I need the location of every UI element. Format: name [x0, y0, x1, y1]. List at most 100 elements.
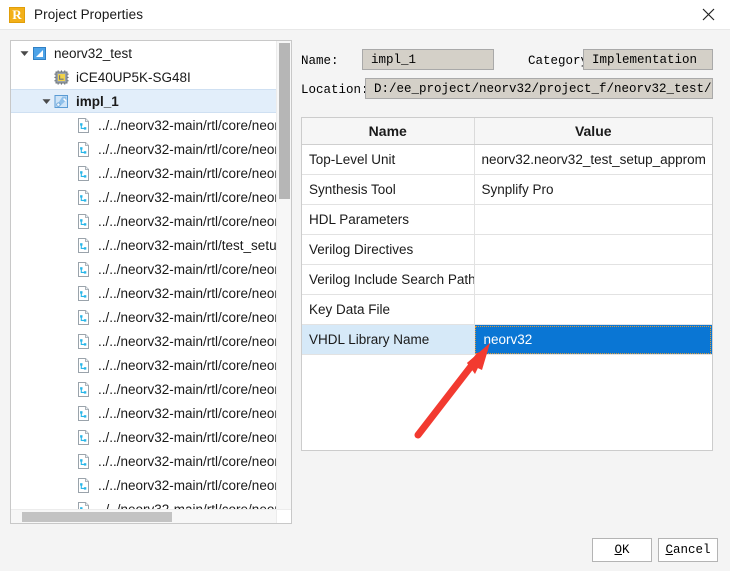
tree-item-label: ../../neorv32-main/rtl/core/neor — [98, 429, 276, 445]
name-label: Name: — [301, 54, 339, 68]
cancel-button[interactable]: Cancel — [658, 538, 718, 562]
tree-item-source-file[interactable]: ../../neorv32-main/rtl/core/neor — [11, 161, 276, 185]
tree-item-label: ../../neorv32-main/rtl/core/neor — [98, 309, 276, 325]
tree-horizontal-scrollbar[interactable] — [11, 509, 291, 523]
ok-button[interactable]: OK — [592, 538, 652, 562]
hdl-file-icon — [75, 141, 92, 158]
name-field[interactable]: impl_1 — [362, 49, 494, 70]
tree-item-source-file[interactable]: ../../neorv32-main/rtl/core/neor — [11, 113, 276, 137]
tree-item-label: neorv32_test — [54, 45, 133, 61]
property-name-cell[interactable]: Verilog Include Search Path — [302, 264, 475, 295]
property-name-cell[interactable]: Key Data File — [302, 294, 475, 325]
hdl-file-icon — [75, 237, 92, 254]
hdl-file-icon — [75, 405, 92, 422]
property-value-cell[interactable]: neorv32.neorv32_test_setup_approm — [474, 144, 712, 175]
tree-vertical-scroll-thumb[interactable] — [279, 43, 290, 199]
tree-item-source-file[interactable]: ../../neorv32-main/rtl/core/neor — [11, 209, 276, 233]
tree-item-source-file[interactable]: ../../neorv32-main/rtl/core/neor — [11, 401, 276, 425]
tree-item-label: ../../neorv32-main/rtl/core/neor — [98, 333, 276, 349]
location-label: Location: — [301, 83, 369, 97]
property-name-cell[interactable]: VHDL Library Name — [302, 324, 475, 355]
property-name-cell[interactable]: Verilog Directives — [302, 234, 475, 265]
property-value-cell[interactable] — [474, 204, 712, 235]
ok-rest: K — [622, 543, 630, 557]
properties-table: Name Value Top-Level Unit neorv32.neorv32… — [302, 118, 712, 355]
column-header-value[interactable]: Value — [474, 118, 712, 145]
project-tree[interactable]: neorv32_test iCE40UP5K-SG48I impl_1 ../../n… — [11, 41, 276, 509]
hdl-file-icon — [75, 453, 92, 470]
tree-item-label: ../../neorv32-main/rtl/core/neor — [98, 165, 276, 181]
tree-item-source-file[interactable]: ../../neorv32-main/rtl/core/neor — [11, 329, 276, 353]
tree-vertical-scrollbar[interactable] — [276, 41, 291, 509]
hdl-file-icon — [75, 357, 92, 374]
tree-item-source-file[interactable]: ../../neorv32-main/rtl/core/neor — [11, 425, 276, 449]
tree-item-label: ../../neorv32-main/rtl/core/neor — [98, 477, 276, 493]
chip-icon — [53, 69, 70, 86]
cancel-rest: ancel — [673, 543, 711, 557]
tree-item-source-file[interactable]: ../../neorv32-main/rtl/core/neor — [11, 353, 276, 377]
hdl-file-icon — [75, 165, 92, 182]
hdl-file-icon — [75, 261, 92, 278]
hdl-file-icon — [75, 285, 92, 302]
tree-item-label: ../../neorv32-main/rtl/core/neor — [98, 501, 276, 510]
tree-item-source-file[interactable]: ../../neorv32-main/rtl/core/neor — [11, 281, 276, 305]
tree-item-label: ../../neorv32-main/rtl/core/neor — [98, 117, 276, 133]
table-row[interactable]: HDL Parameters — [302, 204, 712, 235]
tree-item-device[interactable]: iCE40UP5K-SG48I — [11, 65, 276, 89]
chevron-down-icon[interactable] — [17, 46, 31, 60]
column-header-name[interactable]: Name — [302, 118, 475, 145]
tree-horizontal-scroll-thumb[interactable] — [22, 512, 172, 522]
property-value-cell[interactable] — [474, 294, 712, 325]
tree-item-label: ../../neorv32-main/rtl/core/neor — [98, 357, 276, 373]
table-row[interactable]: Top-Level Unit neorv32.neorv32_test_setup… — [302, 144, 712, 175]
close-button[interactable] — [686, 0, 730, 29]
hdl-file-icon — [75, 381, 92, 398]
tree-item-label: impl_1 — [76, 93, 119, 109]
location-field[interactable]: D:/ee_project/neorv32/project_f/neorv32_… — [365, 78, 713, 99]
properties-header-row: Name Value — [302, 118, 712, 145]
implementation-icon — [53, 93, 70, 110]
tree-item-source-file[interactable]: ../../neorv32-main/rtl/core/neor — [11, 449, 276, 473]
table-row[interactable]: Verilog Directives — [302, 234, 712, 265]
tree-scroll-corner — [276, 509, 291, 523]
tree-item-project[interactable]: neorv32_test — [11, 41, 276, 65]
tree-item-source-file[interactable]: ../../neorv32-main/rtl/core/neor — [11, 137, 276, 161]
property-value-cell[interactable]: neorv32 — [474, 324, 712, 355]
property-name-cell[interactable]: Synthesis Tool — [302, 174, 475, 205]
hdl-file-icon — [75, 309, 92, 326]
tree-item-source-file[interactable]: ../../neorv32-main/rtl/core/neor — [11, 305, 276, 329]
window-title: Project Properties — [34, 7, 144, 22]
tree-item-label: ../../neorv32-main/rtl/core/neor — [98, 141, 276, 157]
property-name-cell[interactable]: Top-Level Unit — [302, 144, 475, 175]
table-row[interactable]: Key Data File — [302, 294, 712, 325]
hdl-file-icon — [75, 477, 92, 494]
project-icon — [31, 45, 48, 62]
hdl-file-icon — [75, 117, 92, 134]
property-value-cell[interactable] — [474, 234, 712, 265]
tree-item-label: ../../neorv32-main/rtl/core/neor — [98, 381, 276, 397]
tree-item-label: iCE40UP5K-SG48I — [76, 69, 191, 85]
close-icon — [702, 8, 714, 21]
tree-item-source-file[interactable]: ../../neorv32-main/rtl/core/neor — [11, 497, 276, 509]
ok-mnemonic: O — [614, 543, 622, 557]
chevron-down-icon[interactable] — [39, 94, 53, 108]
table-row[interactable]: Synthesis Tool Synplify Pro — [302, 174, 712, 205]
tree-item-impl[interactable]: impl_1 — [11, 89, 276, 113]
table-row[interactable]: Verilog Include Search Path — [302, 264, 712, 295]
property-value-cell[interactable] — [474, 264, 712, 295]
hdl-file-icon — [75, 501, 92, 509]
property-name-cell[interactable]: HDL Parameters — [302, 204, 475, 235]
hdl-file-icon — [75, 189, 92, 206]
tree-item-source-file[interactable]: ../../neorv32-main/rtl/core/neor — [11, 185, 276, 209]
table-row[interactable]: VHDL Library Name neorv32 — [302, 324, 712, 355]
category-field[interactable]: Implementation — [583, 49, 713, 70]
tree-item-source-file[interactable]: ../../neorv32-main/rtl/core/neor — [11, 377, 276, 401]
tree-item-source-file[interactable]: ../../neorv32-main/rtl/core/neor — [11, 473, 276, 497]
hdl-file-icon — [75, 213, 92, 230]
tree-item-source-file[interactable]: ../../neorv32-main/rtl/test_setup — [11, 233, 276, 257]
hdl-file-icon — [75, 429, 92, 446]
tree-item-label: ../../neorv32-main/rtl/core/neor — [98, 261, 276, 277]
property-value-cell[interactable]: Synplify Pro — [474, 174, 712, 205]
tree-item-label: ../../neorv32-main/rtl/core/neor — [98, 405, 276, 421]
tree-item-source-file[interactable]: ../../neorv32-main/rtl/core/neor — [11, 257, 276, 281]
